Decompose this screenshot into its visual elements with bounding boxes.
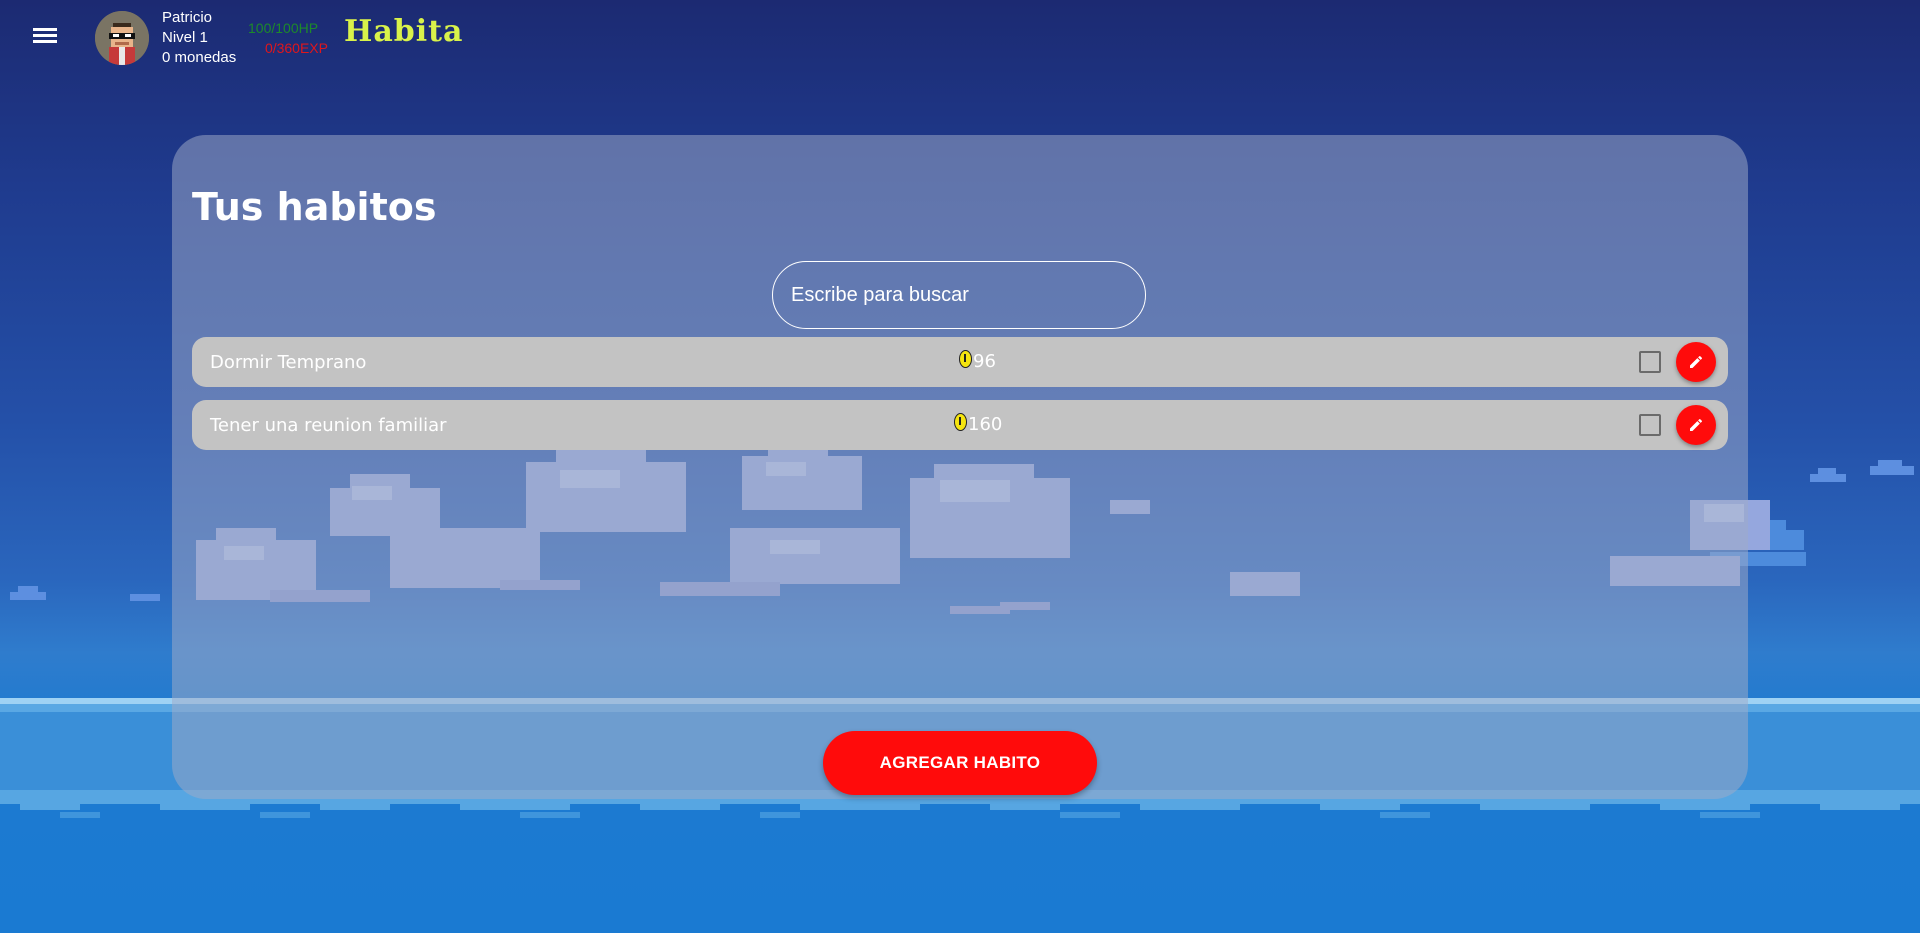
brand-logo[interactable]: Habita [344,14,463,49]
top-bar: Patricio Nivel 1 0 monedas 100/100HP 0/3… [0,0,1920,76]
edit-button[interactable] [1676,342,1716,382]
hp-counter: 100/100HP [248,20,319,36]
user-level: Nivel 1 [162,29,208,46]
page-title: Tus habitos [192,185,437,229]
habit-checkbox[interactable] [1639,414,1661,436]
avatar[interactable] [95,11,149,65]
habit-reward-value: 160 [968,414,1003,435]
pencil-icon [1690,418,1703,431]
pencil-icon [1690,355,1703,368]
edit-button[interactable] [1676,405,1716,445]
coin-icon [959,349,972,368]
user-info: Patricio Nivel 1 0 monedas [162,8,236,68]
habit-name: Dormir Temprano [210,352,367,373]
hamburger-menu-icon[interactable] [28,25,62,51]
habits-panel: Tus habitos Dormir Temprano 96 Tener una… [172,135,1748,799]
user-coins: 0 monedas [162,49,237,66]
habit-checkbox[interactable] [1639,351,1661,373]
add-habit-button[interactable]: AGREGAR HABITO [823,731,1097,795]
habit-reward: 160 [954,412,1003,435]
habit-name: Tener una reunion familiar [210,415,447,436]
habit-reward: 96 [959,349,996,372]
search-input[interactable] [772,261,1146,329]
user-stats: 100/100HP 0/360EXP [240,18,328,58]
pixel-avatar-icon [95,11,149,65]
user-name: Patricio [162,9,213,26]
list-item[interactable]: Dormir Temprano 96 [192,337,1728,387]
coin-icon [954,412,967,431]
exp-counter: 0/360EXP [264,40,328,56]
habit-reward-value: 96 [973,351,996,372]
list-item[interactable]: Tener una reunion familiar 160 [192,400,1728,450]
